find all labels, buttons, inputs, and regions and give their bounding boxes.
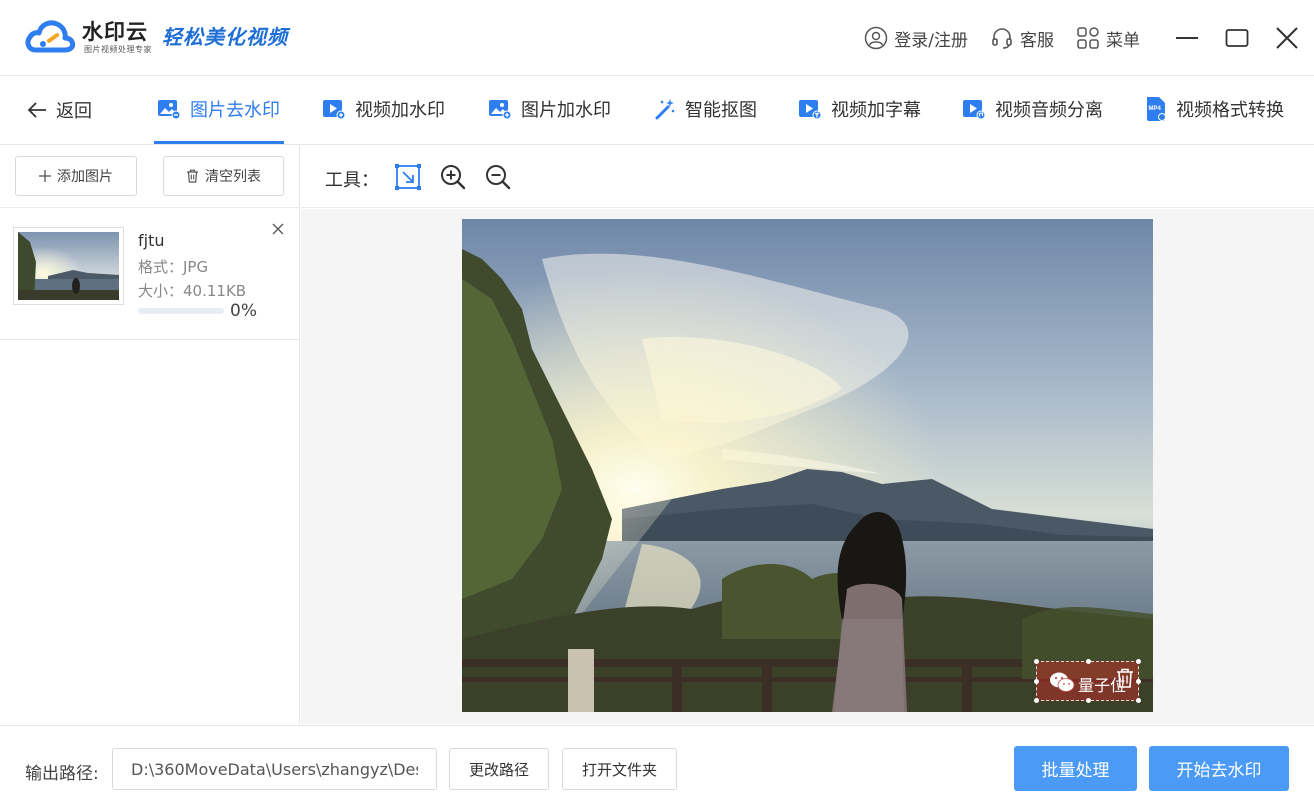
magic-wand-icon: [655, 99, 675, 120]
resize-handle[interactable]: [1034, 698, 1039, 703]
add-image-button[interactable]: 添加图片: [15, 156, 137, 196]
remove-file-icon[interactable]: [270, 221, 286, 237]
delete-selection-icon[interactable]: [1116, 668, 1134, 688]
svg-text:MP4: MP4: [1149, 106, 1162, 112]
tab-image-remove-watermark[interactable]: 图片去水印: [157, 96, 280, 122]
arrow-left-icon: [27, 102, 46, 118]
add-image-label: 添加图片: [57, 169, 113, 185]
maximize-button[interactable]: [1212, 0, 1262, 76]
service-label: 客服: [1020, 30, 1054, 51]
tab-image-add-watermark[interactable]: 图片加水印: [488, 96, 611, 122]
menu-label: 菜单: [1106, 30, 1140, 51]
maximize-icon: [1225, 29, 1249, 47]
tab-video-format-convert[interactable]: MP4 视频格式转换: [1145, 96, 1284, 122]
service-button[interactable]: 客服: [990, 26, 1054, 51]
app-subtitle: 图片视频处理专家: [84, 45, 152, 54]
trash-icon: [187, 169, 198, 183]
back-button[interactable]: 返回: [26, 97, 92, 123]
minimize-button[interactable]: [1162, 0, 1212, 76]
start-remove-watermark-button[interactable]: 开始去水印: [1149, 746, 1289, 791]
cloud-logo-icon: [25, 20, 76, 53]
resize-handle[interactable]: [1034, 659, 1039, 664]
tab-video-add-watermark[interactable]: 视频加水印: [322, 96, 445, 122]
file-size: 大小：40.11KB: [138, 282, 247, 300]
zoom-out-icon[interactable]: [484, 163, 512, 191]
menu-button[interactable]: 菜单: [1076, 26, 1140, 51]
wechat-icon: [1050, 672, 1075, 692]
preview-canvas: 量子位: [301, 209, 1314, 724]
user-icon: [865, 26, 888, 50]
tab-label: 智能抠图: [685, 100, 757, 121]
output-path-label: 输出路径:: [25, 764, 99, 784]
resize-handle[interactable]: [1086, 659, 1091, 664]
mp4-icon: MP4: [1147, 97, 1166, 121]
file-list-toolbar: 添加图片 清空列表: [0, 146, 300, 208]
tab-video-subtitle[interactable]: 视频加字幕: [798, 96, 921, 122]
resize-handle[interactable]: [1136, 679, 1141, 684]
video-audio-icon: [963, 100, 986, 120]
video-add-icon: [323, 100, 346, 120]
zoom-in-icon[interactable]: [439, 163, 467, 191]
bottom-bar: 输出路径: 更改路径 打开文件夹 批量处理 开始去水印: [0, 725, 1314, 810]
tab-label: 视频音频分离: [995, 100, 1103, 121]
close-button[interactable]: [1262, 0, 1312, 76]
app-name: 水印云: [82, 20, 148, 44]
active-tab-indicator: [154, 141, 284, 144]
image-remove-icon: [158, 100, 181, 120]
resize-handle[interactable]: [1034, 679, 1039, 684]
minimize-icon: [1176, 37, 1198, 39]
tools-label: 工具：: [325, 170, 379, 191]
batch-process-button[interactable]: 批量处理: [1014, 746, 1137, 791]
video-subtitle-icon: [799, 100, 822, 120]
tab-label: 图片去水印: [190, 100, 280, 121]
file-list-panel: 添加图片 清空列表 fjtu 格式：JPG 大小：40.11KB 0%: [0, 146, 300, 724]
clear-list-label: 清空列表: [205, 169, 261, 185]
preview-image[interactable]: 量子位: [462, 219, 1153, 712]
tab-label: 视频加字幕: [831, 100, 921, 121]
image-add-icon: [489, 100, 512, 120]
back-label: 返回: [56, 101, 92, 122]
file-list-item[interactable]: fjtu 格式：JPG 大小：40.11KB 0%: [0, 209, 299, 340]
fit-screen-icon[interactable]: [394, 163, 422, 191]
titlebar-actions: 登录/注册 客服 菜单: [864, 0, 1314, 76]
title-bar: 水印云 图片视频处理专家 轻松美化视频 登录/注册 客服 菜单: [0, 0, 1314, 76]
tab-label: 视频格式转换: [1176, 100, 1284, 121]
resize-handle[interactable]: [1086, 698, 1091, 703]
file-format: 格式：JPG: [138, 258, 209, 276]
tab-video-audio-separate[interactable]: 视频音频分离: [962, 96, 1103, 122]
grid-icon: [1077, 27, 1099, 49]
plus-icon: [39, 170, 51, 182]
headset-icon: [992, 28, 1012, 49]
tab-smart-cutout[interactable]: 智能抠图: [654, 96, 757, 122]
output-path-field[interactable]: [112, 748, 437, 790]
tab-label: 视频加水印: [355, 100, 445, 121]
file-thumbnail: [13, 227, 124, 305]
file-progress-bar: [138, 308, 224, 314]
app-slogan: 轻松美化视频: [162, 25, 288, 49]
login-button[interactable]: 登录/注册: [864, 26, 968, 51]
workspace-toolbar: 工具：: [301, 146, 1314, 208]
tab-label: 图片加水印: [521, 100, 611, 121]
resize-handle[interactable]: [1136, 698, 1141, 703]
watermark-selection[interactable]: 量子位: [1034, 659, 1141, 703]
open-folder-button[interactable]: 打开文件夹: [562, 748, 677, 790]
clear-list-button[interactable]: 清空列表: [163, 156, 284, 196]
feature-nav: 返回 图片去水印 视频加水印 图片加水印 智能抠图 视频加字幕 视频音频分离 M…: [0, 77, 1314, 145]
close-icon: [1276, 27, 1298, 49]
file-name: fjtu: [138, 231, 165, 250]
change-path-button[interactable]: 更改路径: [449, 748, 549, 790]
file-progress-text: 0%: [230, 301, 257, 321]
resize-handle[interactable]: [1136, 659, 1141, 664]
login-label: 登录/注册: [894, 30, 968, 51]
